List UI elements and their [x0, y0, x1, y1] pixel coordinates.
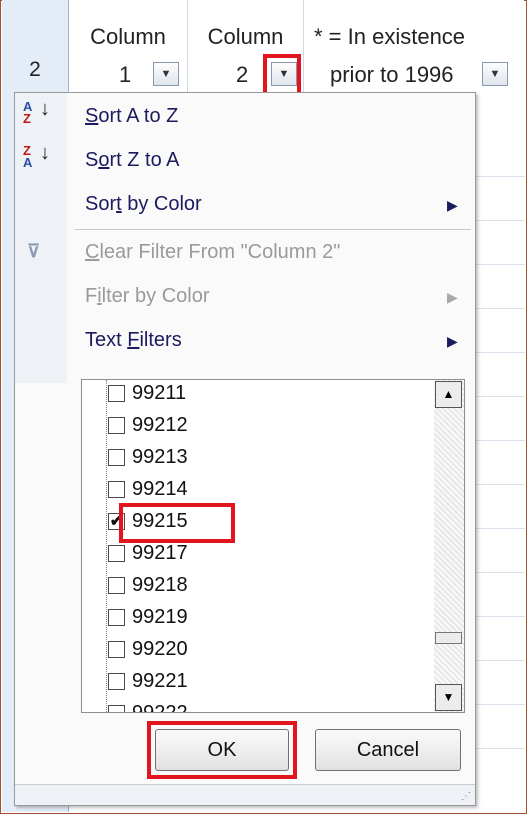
checkbox[interactable]: [108, 449, 125, 466]
sort-ascending-icon: A Z ↓: [23, 98, 50, 126]
menu-label-part: Sor: [85, 193, 117, 215]
column-1-header[interactable]: Column 1 ▼: [69, 0, 188, 92]
item-label: 99220: [132, 638, 188, 660]
menu-label-part: S: [85, 149, 99, 171]
menu-label-part: lter by Color: [101, 285, 210, 307]
menu-footer: ⋰: [15, 784, 475, 805]
item-label: 99211: [132, 382, 187, 404]
grid-line: [475, 704, 525, 705]
item-label: 99222: [132, 702, 188, 713]
grid-line: [475, 440, 525, 441]
grid-line: [475, 352, 525, 353]
column-2-subtitle: 2: [236, 62, 249, 87]
menu-label-part: ilters: [139, 329, 182, 351]
resize-grip-icon[interactable]: ⋰: [461, 791, 471, 802]
accelerator-key: S: [85, 105, 99, 127]
column-1-title: Column: [90, 24, 166, 49]
grid-line: [475, 528, 525, 529]
sort-descending-icon: Z A ↓: [23, 142, 50, 170]
selected-item-highlight: [119, 503, 235, 543]
checkbox[interactable]: [108, 481, 125, 498]
column-3-header[interactable]: * = In existence prior to 1996 ▼: [304, 0, 524, 92]
dropdown-arrow-icon: ▼: [489, 68, 501, 80]
grid-line: [475, 660, 525, 661]
accelerator-key: o: [98, 149, 110, 171]
item-label: 99221: [132, 670, 188, 692]
menu-label-part: by Color: [121, 193, 202, 215]
grid-line: [475, 572, 525, 573]
checkbox[interactable]: [108, 673, 125, 690]
scroll-down-icon: ▼: [442, 690, 455, 704]
grid-line: [475, 176, 525, 177]
grid-line: [475, 616, 525, 617]
submenu-arrow-icon: ▶: [447, 197, 458, 213]
item-label: 99212: [132, 414, 188, 436]
scroll-down-button[interactable]: ▼: [435, 684, 462, 711]
grid-line: [475, 396, 525, 397]
column-2-title: Column: [207, 24, 284, 49]
checkbox[interactable]: [108, 417, 125, 434]
row-number[interactable]: 2: [2, 58, 68, 82]
checkbox[interactable]: [108, 705, 125, 712]
menu-separator: [75, 229, 471, 230]
vertical-scrollbar[interactable]: ▲ ▼: [434, 380, 464, 712]
menu-label-part: F: [85, 285, 98, 307]
checkbox[interactable]: [108, 545, 125, 562]
item-label: 99213: [132, 446, 188, 468]
grid-line: [475, 308, 525, 309]
text-filters-item[interactable]: Text Filters: [85, 329, 182, 352]
grid-line: [475, 220, 525, 221]
column-1-filter-button[interactable]: ▼: [153, 62, 179, 86]
scroll-up-icon: ▲: [442, 387, 455, 401]
menu-label-part: lear Filter From "Column 2": [99, 241, 341, 263]
filter-value-list[interactable]: 99211 99212 99213 99214 ✔ 99215 99217 99…: [81, 379, 465, 713]
menu-label-part: Text: [85, 329, 128, 351]
column-3-title: * = In existence: [314, 24, 466, 49]
item-label: 99219: [132, 606, 188, 628]
item-label: 99217: [132, 542, 188, 564]
column-3-subtitle: prior to 1996: [330, 62, 454, 87]
checkbox[interactable]: [108, 609, 125, 626]
filter-by-color-item[interactable]: Filter by Color: [85, 285, 209, 308]
scroll-up-button[interactable]: ▲: [435, 381, 462, 408]
submenu-arrow-icon: ▶: [447, 333, 458, 349]
clear-filter-icon: ⊽: [27, 241, 41, 261]
autofilter-menu: A Z ↓ Sort A to Z Z A ↓ Sort Z to A Sort by …: [14, 92, 476, 806]
item-label: 99214: [132, 478, 188, 500]
sort-a-to-z-item[interactable]: Sort A to Z: [85, 105, 178, 128]
item-label: 99218: [132, 574, 188, 596]
menu-icon-column: [15, 93, 67, 383]
menu-label-part: ort A to Z: [98, 105, 179, 127]
checkbox[interactable]: [108, 641, 125, 658]
sort-by-color-item[interactable]: Sort by Color: [85, 193, 202, 216]
accelerator-key: F: [127, 329, 140, 351]
checkbox[interactable]: [108, 577, 125, 594]
menu-label-part: rt Z to A: [109, 149, 180, 171]
grid-line: [475, 264, 525, 265]
ok-button-highlight: [147, 721, 297, 779]
grid-line: [475, 748, 525, 749]
column-3-filter-button[interactable]: ▼: [482, 62, 508, 86]
column-1-subtitle: 1: [119, 62, 132, 87]
clear-filter-item[interactable]: Clear Filter From "Column 2": [85, 241, 340, 264]
dropdown-arrow-icon: ▼: [160, 68, 172, 80]
scroll-thumb[interactable]: [435, 632, 462, 644]
grid-line: [475, 484, 525, 485]
sort-z-to-a-item[interactable]: Sort Z to A: [85, 149, 180, 172]
cancel-button[interactable]: Cancel: [315, 729, 461, 771]
submenu-arrow-icon: ▶: [447, 289, 458, 305]
checkbox[interactable]: [108, 385, 125, 402]
accelerator-key: C: [85, 241, 100, 263]
